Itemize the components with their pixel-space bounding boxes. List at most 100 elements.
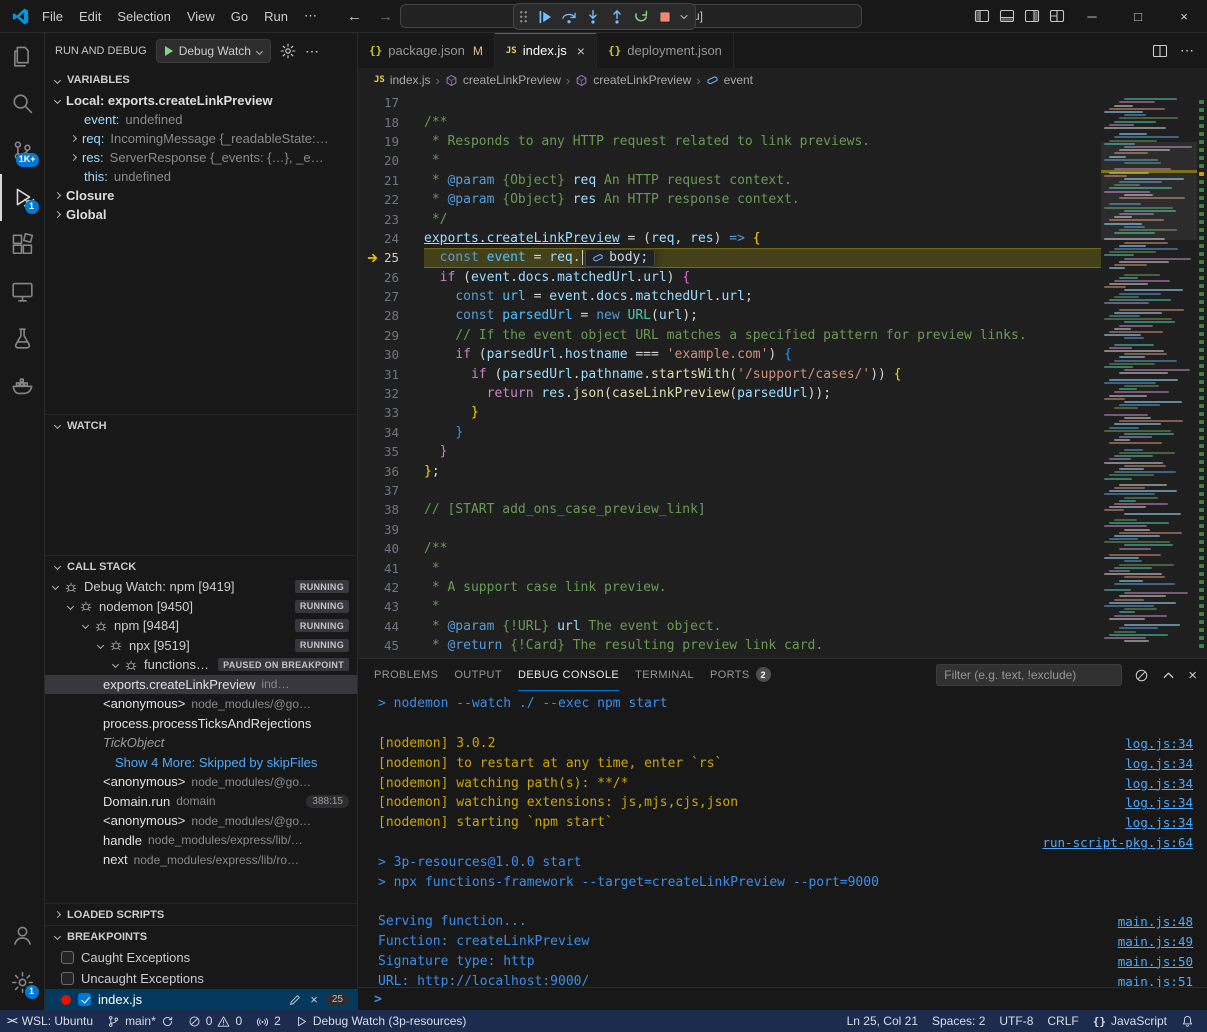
back-button[interactable]: ← [347, 8, 362, 25]
breakpoint-row[interactable]: Caught Exceptions [45, 947, 357, 968]
editor-gutter[interactable]: 35 [358, 442, 424, 461]
breakpoint-checkbox[interactable] [61, 972, 74, 985]
editor-gutter[interactable]: 22 [358, 190, 424, 209]
editor-gutter[interactable]: 40 [358, 539, 424, 558]
menu-view[interactable]: View [179, 9, 223, 24]
breakpoint-checkbox[interactable] [61, 951, 74, 964]
activity-docker[interactable] [0, 362, 45, 409]
call-stack-session[interactable]: Debug Watch: npm [9419]RUNNING [45, 577, 357, 597]
editor-gutter[interactable]: 17 [358, 93, 424, 112]
tab-package.json[interactable]: {}package.jsonM [358, 33, 495, 68]
menu-run[interactable]: Run [256, 9, 296, 24]
language-status[interactable]: {} JavaScript [1086, 1010, 1174, 1032]
step-over-button[interactable] [558, 6, 579, 27]
console-source-link[interactable]: main.js:50 [1118, 954, 1193, 969]
code-line[interactable]: 26 if (event.docs.matchedUrl.url) { [358, 268, 1101, 287]
menu-selection[interactable]: Selection [109, 9, 178, 24]
breakpoint-row[interactable]: Uncaught Exceptions [45, 968, 357, 989]
code-line[interactable]: 30 if (parsedUrl.hostname === 'example.c… [358, 345, 1101, 364]
minimap[interactable] [1101, 92, 1197, 658]
editor-gutter[interactable]: 28 [358, 306, 424, 325]
stack-frame[interactable]: TickObject [45, 733, 357, 753]
drag-grip-icon[interactable] [519, 10, 528, 23]
code-line[interactable]: 43 * [358, 597, 1101, 616]
gear-icon[interactable] [280, 43, 296, 59]
panel-tab-ports[interactable]: PORTS2 [710, 659, 771, 691]
console-source-link[interactable]: log.js:34 [1125, 815, 1193, 830]
activity-accounts[interactable] [0, 912, 45, 959]
edit-breakpoint-icon[interactable] [288, 993, 302, 1007]
clear-console-icon[interactable] [1134, 668, 1149, 683]
split-editor-icon[interactable] [1152, 43, 1168, 59]
code-line[interactable]: 21 * @param {Object} req An HTTP request… [358, 171, 1101, 190]
console-filter-input[interactable]: Filter (e.g. text, !exclude) [936, 664, 1122, 686]
editor-gutter[interactable]: 33 [358, 403, 424, 422]
activity-remote-explorer[interactable] [0, 268, 45, 315]
console-source-link[interactable]: main.js:49 [1118, 934, 1193, 949]
activity-search[interactable] [0, 80, 45, 127]
editor-gutter[interactable]: 19 [358, 132, 424, 151]
code-line[interactable]: 20 * [358, 151, 1101, 170]
minimize-button[interactable]: ─ [1069, 0, 1115, 33]
layout-sidebar-left-icon[interactable] [974, 8, 990, 24]
restart-button[interactable] [630, 6, 651, 27]
maximize-panel-icon[interactable] [1161, 668, 1176, 683]
breadcrumb-item[interactable]: createLinkPreview [445, 73, 561, 87]
editor-gutter[interactable]: 26 [358, 268, 424, 287]
console-source-link[interactable]: log.js:34 [1125, 736, 1193, 751]
stack-frame[interactable]: <anonymous>node_modules/@go… [45, 694, 357, 714]
code-line[interactable]: 17 [358, 93, 1101, 112]
editor-gutter[interactable]: 29 [358, 326, 424, 345]
stack-frame[interactable]: nextnode_modules/express/lib/ro… [45, 850, 357, 870]
indentation-status[interactable]: Spaces: 2 [925, 1010, 992, 1032]
menu-go[interactable]: Go [223, 9, 256, 24]
editor-gutter[interactable]: 21 [358, 171, 424, 190]
problems-status[interactable]: 0 0 [181, 1010, 249, 1032]
editor-gutter[interactable]: 38 [358, 500, 424, 519]
ports-status[interactable]: 2 [249, 1010, 288, 1032]
activity-source-control[interactable]: 1K+ [0, 127, 45, 174]
stack-frame[interactable]: process.processTicksAndRejections [45, 714, 357, 734]
editor-gutter[interactable]: 41 [358, 558, 424, 577]
forward-button[interactable]: → [378, 8, 393, 25]
breadcrumb-item[interactable]: event [706, 73, 753, 87]
code-line[interactable]: 40/** [358, 539, 1101, 558]
console-source-link[interactable]: main.js:51 [1118, 974, 1193, 987]
debug-console-input[interactable]: > [358, 987, 1207, 1010]
call-stack-session[interactable]: npm [9484]RUNNING [45, 616, 357, 636]
code-line[interactable]: 34 } [358, 423, 1101, 442]
console-source-link[interactable]: main.js:48 [1118, 914, 1193, 929]
editor-gutter[interactable]: 34 [358, 423, 424, 442]
start-debugging-icon[interactable] [165, 46, 173, 56]
activity-settings[interactable]: 1 [0, 959, 45, 1006]
code-line[interactable]: 36}; [358, 461, 1101, 480]
editor-gutter[interactable]: 45 [358, 636, 424, 655]
stack-frame[interactable]: <anonymous>node_modules/@go… [45, 772, 357, 792]
editor-gutter[interactable]: 37 [358, 481, 424, 500]
code-line[interactable]: 37 [358, 481, 1101, 500]
branch-status[interactable]: main* [100, 1010, 181, 1032]
close-panel-icon[interactable]: × [1188, 667, 1197, 684]
console-source-link[interactable]: log.js:34 [1125, 756, 1193, 771]
code-line[interactable]: 33 } [358, 403, 1101, 422]
layout-panel-icon[interactable] [999, 8, 1015, 24]
notifications-status[interactable] [1174, 1010, 1201, 1032]
editor-gutter[interactable]: 18 [358, 112, 424, 131]
editor-gutter[interactable]: 36 [358, 461, 424, 480]
code-line[interactable]: 35 } [358, 442, 1101, 461]
breakpoints-section-header[interactable]: BREAKPOINTS [45, 925, 357, 947]
call-stack-session[interactable]: nodemon [9450]RUNNING [45, 597, 357, 617]
variable-row[interactable]: this:undefined [45, 167, 357, 186]
variable-row[interactable]: Local: exports.createLinkPreview [45, 91, 357, 110]
console-source-link[interactable]: log.js:34 [1125, 795, 1193, 810]
code-line[interactable]: 22 * @param {Object} res An HTTP respons… [358, 190, 1101, 209]
continue-button[interactable] [534, 6, 555, 27]
variable-row[interactable]: event:undefined [45, 110, 357, 129]
eol-status[interactable]: CRLF [1040, 1010, 1085, 1032]
editor-gutter[interactable]: 42 [358, 578, 424, 597]
code-line[interactable]: 44 * @param {!URL} url The event object. [358, 617, 1101, 636]
tab-deployment.json[interactable]: {}deployment.json [597, 33, 734, 68]
cursor-position[interactable]: Ln 25, Col 21 [840, 1010, 925, 1032]
variables-section-header[interactable]: VARIABLES [45, 69, 357, 91]
maximize-button[interactable]: □ [1115, 0, 1161, 33]
